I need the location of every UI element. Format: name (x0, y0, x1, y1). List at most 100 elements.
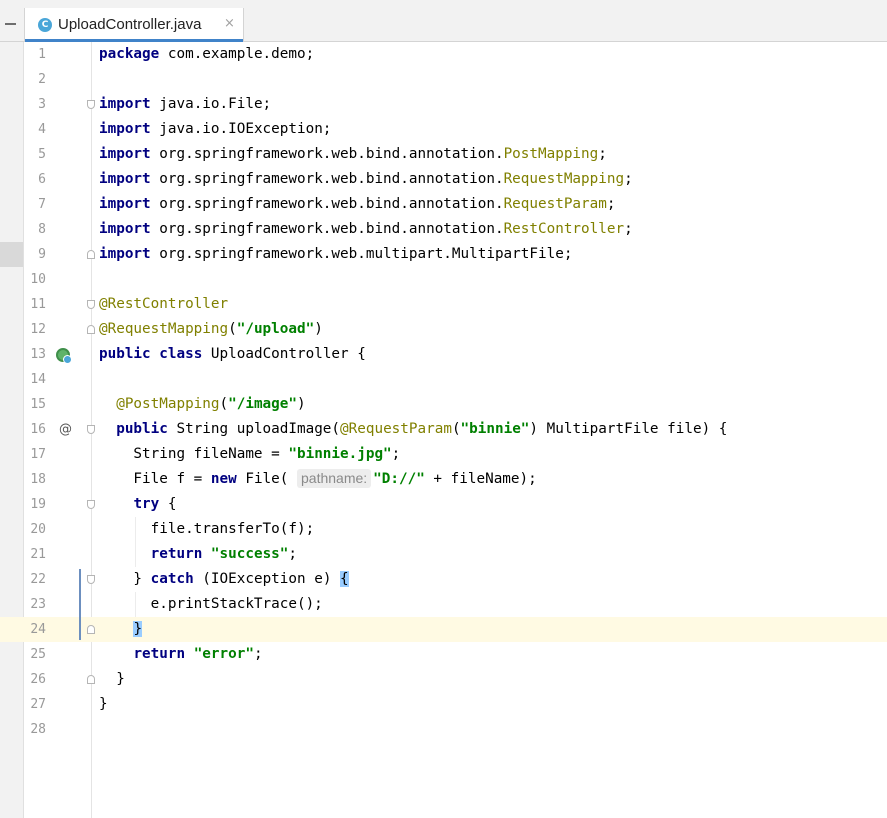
vcs-change-marker[interactable] (79, 569, 81, 640)
code-line[interactable]: 10 (0, 267, 887, 292)
code-line[interactable]: 4 import java.io.IOException; (0, 117, 887, 142)
code-text[interactable]: @RestController (99, 292, 228, 317)
spring-bean-icon[interactable] (56, 348, 72, 364)
code-token: e.printStackTrace(); (99, 596, 323, 612)
line-number[interactable]: 23 (24, 592, 46, 617)
fold-start-icon[interactable] (87, 300, 95, 309)
code-text[interactable]: } (99, 617, 143, 642)
code-text[interactable]: import org.springframework.web.bind.anno… (99, 217, 633, 242)
code-text[interactable]: return "success"; (99, 542, 297, 567)
code-line[interactable]: 3 import java.io.File; (0, 92, 887, 117)
line-number[interactable]: 7 (24, 192, 46, 217)
code-text[interactable]: file.transferTo(f); (99, 517, 315, 542)
line-number[interactable]: 8 (24, 217, 46, 242)
line-number[interactable]: 13 (24, 342, 46, 367)
code-text[interactable]: } catch (IOException e) { (99, 567, 349, 592)
code-line[interactable]: 14 (0, 367, 887, 392)
line-number[interactable]: 12 (24, 317, 46, 342)
line-number[interactable]: 16 (24, 417, 46, 442)
code-line[interactable]: 1 package com.example.demo; (0, 42, 887, 67)
code-text[interactable]: File f = new File( pathname: "D://" + fil… (99, 467, 537, 492)
code-text[interactable]: String fileName = "binnie.jpg"; (99, 442, 400, 467)
line-number[interactable]: 21 (24, 542, 46, 567)
line-number[interactable]: 17 (24, 442, 46, 467)
fold-start-icon[interactable] (87, 425, 95, 434)
indent-guide (135, 592, 136, 617)
code-line[interactable]: 23 e.printStackTrace(); (0, 592, 887, 617)
line-number[interactable]: 19 (24, 492, 46, 517)
code-line[interactable]: 15 @PostMapping("/image") (0, 392, 887, 417)
code-line[interactable]: 8 import org.springframework.web.bind.ann… (0, 217, 887, 242)
line-number[interactable]: 2 (24, 67, 46, 92)
code-line[interactable]: 11 @RestController (0, 292, 887, 317)
code-line[interactable]: 9 import org.springframework.web.multipar… (0, 242, 887, 267)
fold-start-icon[interactable] (87, 500, 95, 509)
line-number[interactable]: 18 (24, 467, 46, 492)
fold-start-icon[interactable] (87, 100, 95, 109)
code-line[interactable]: 24 } (0, 617, 887, 642)
code-text[interactable]: @RequestMapping("/upload") (99, 317, 323, 342)
line-number[interactable]: 3 (24, 92, 46, 117)
line-number[interactable]: 22 (24, 567, 46, 592)
line-number[interactable]: 20 (24, 517, 46, 542)
fold-end-icon[interactable] (87, 675, 95, 684)
line-number[interactable]: 1 (24, 42, 46, 67)
code-text[interactable]: return "error"; (99, 642, 262, 667)
at-override-icon[interactable]: @ (59, 417, 72, 442)
minimize-tool-window-button[interactable] (0, 8, 24, 41)
code-line[interactable]: 13 public class UploadController { (0, 342, 887, 367)
code-line[interactable]: 27} (0, 692, 887, 717)
fold-end-icon[interactable] (87, 625, 95, 634)
code-line[interactable]: 16 public String uploadImage(@RequestPar… (0, 417, 887, 442)
code-line[interactable]: 25 return "error"; (0, 642, 887, 667)
line-number[interactable]: 6 (24, 167, 46, 192)
line-number[interactable]: 26 (24, 667, 46, 692)
code-line[interactable]: 17 String fileName = "binnie.jpg"; (0, 442, 887, 467)
code-text[interactable]: import java.io.File; (99, 92, 271, 117)
code-text[interactable]: e.printStackTrace(); (99, 592, 323, 617)
fold-start-icon[interactable] (87, 575, 95, 584)
line-number[interactable]: 14 (24, 367, 46, 392)
code-text[interactable]: import org.springframework.web.bind.anno… (99, 192, 615, 217)
code-line[interactable]: 2 (0, 67, 887, 92)
code-text[interactable]: import java.io.IOException; (99, 117, 331, 142)
code-line[interactable]: 22 } catch (IOException e) { (0, 567, 887, 592)
class-c-icon: C (38, 18, 52, 32)
code-text[interactable]: public String uploadImage(@RequestParam(… (99, 417, 727, 442)
code-line[interactable]: 20 file.transferTo(f); (0, 517, 887, 542)
line-number[interactable]: 11 (24, 292, 46, 317)
line-number[interactable]: 5 (24, 142, 46, 167)
line-number[interactable]: 24 (24, 617, 46, 642)
code-token: "/upload" (236, 321, 315, 337)
line-number[interactable]: 4 (24, 117, 46, 142)
line-number[interactable]: 27 (24, 692, 46, 717)
code-line[interactable]: 5 import org.springframework.web.bind.ann… (0, 142, 887, 167)
code-text[interactable]: @PostMapping("/image") (99, 392, 305, 417)
line-number[interactable]: 10 (24, 267, 46, 292)
tab-upload-controller[interactable]: C UploadController.java × (24, 8, 244, 42)
line-number[interactable]: 25 (24, 642, 46, 667)
line-number[interactable]: 15 (24, 392, 46, 417)
code-text[interactable]: import org.springframework.web.multipart… (99, 242, 572, 267)
code-text[interactable]: } (99, 692, 108, 717)
line-number[interactable]: 28 (24, 717, 46, 742)
code-text[interactable]: } (99, 667, 125, 692)
fold-end-icon[interactable] (87, 250, 95, 259)
code-line[interactable]: 12 @RequestMapping("/upload") (0, 317, 887, 342)
code-text[interactable]: package com.example.demo; (99, 42, 314, 67)
code-line[interactable]: 7 import org.springframework.web.bind.ann… (0, 192, 887, 217)
line-number[interactable]: 9 (24, 242, 46, 267)
code-line[interactable]: 28 (0, 717, 887, 742)
code-text[interactable]: public class UploadController { (99, 342, 366, 367)
code-line[interactable]: 6 import org.springframework.web.bind.ann… (0, 167, 887, 192)
code-line[interactable]: 21 return "success"; (0, 542, 887, 567)
close-tab-icon[interactable]: × (224, 16, 235, 31)
code-text[interactable]: import org.springframework.web.bind.anno… (99, 167, 633, 192)
code-line[interactable]: 18 File f = new File( pathname: "D://" + … (0, 467, 887, 492)
code-text[interactable]: try { (99, 492, 176, 517)
fold-end-icon[interactable] (87, 325, 95, 334)
code-text[interactable]: import org.springframework.web.bind.anno… (99, 142, 607, 167)
code-line[interactable]: 26 } (0, 667, 887, 692)
code-line[interactable]: 19 try { (0, 492, 887, 517)
code-editor[interactable]: 1 package com.example.demo; 2 3 import java.… (0, 42, 887, 818)
